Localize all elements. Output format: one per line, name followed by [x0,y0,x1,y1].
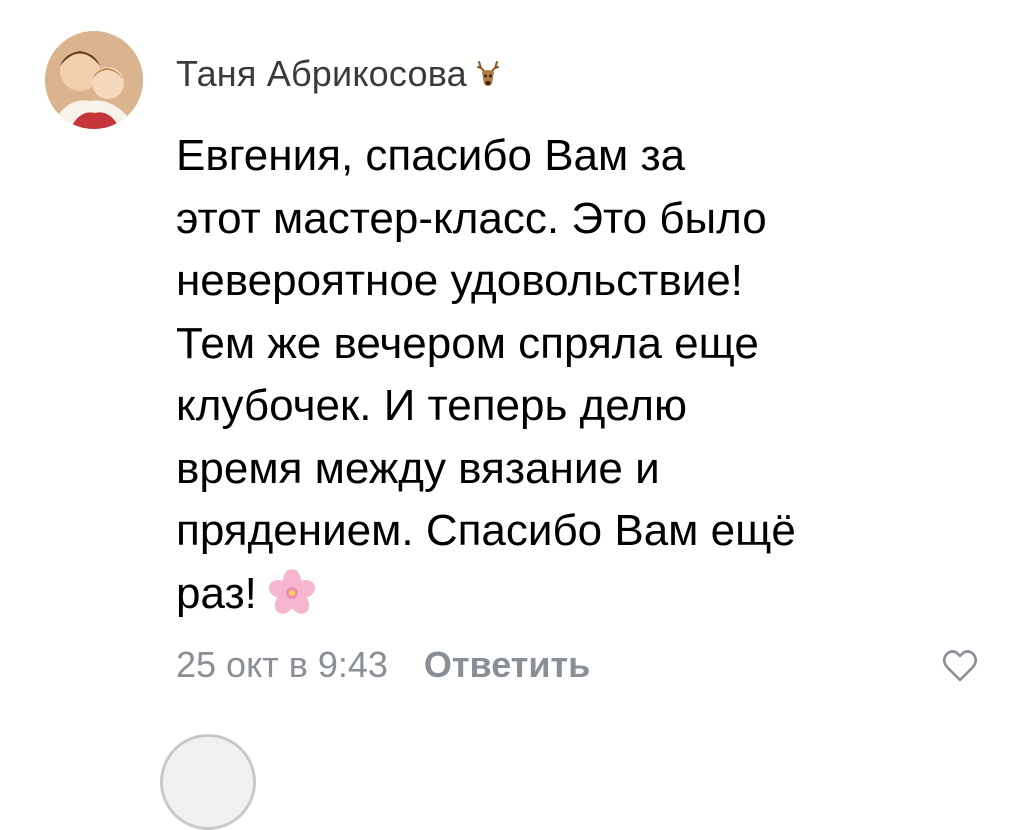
comment-text-line: невероятное удовольствие! [176,256,743,305]
comment-text-last-line: раз! [176,563,976,626]
cherry-blossom-icon [265,566,319,620]
deer-icon [471,58,505,92]
avatar[interactable] [45,31,143,129]
heart-outline-icon[interactable] [940,646,980,686]
comment-text-line: раз! [176,568,257,618]
comment-text-line: этот мастер-класс. Это было [176,193,767,243]
comment-text-line: клубочек. И теперь делю [176,381,687,430]
comment-timestamp[interactable]: 25 окт в 9:43 [176,643,388,687]
comment-text-line: Тем же вечером спряла еще [176,318,759,368]
comment-text-line: прядением. Спасибо Вам ещё [176,506,796,555]
comment-text-line: Евгения, спасибо Вам за [176,131,686,180]
comment-text-line: время между вязание и [176,443,660,493]
author-name[interactable]: Таня Абрикосова [176,52,467,96]
comment-meta: 25 окт в 9:43 Ответить [176,643,590,687]
reply-button[interactable]: Ответить [424,643,590,687]
next-comment-avatar[interactable] [160,734,256,830]
author-name-row: Таня Абрикосова [176,52,505,96]
avatar-image [45,31,143,129]
comment-text: Евгения, спасибо Вам за этот мастер-клас… [176,125,976,625]
